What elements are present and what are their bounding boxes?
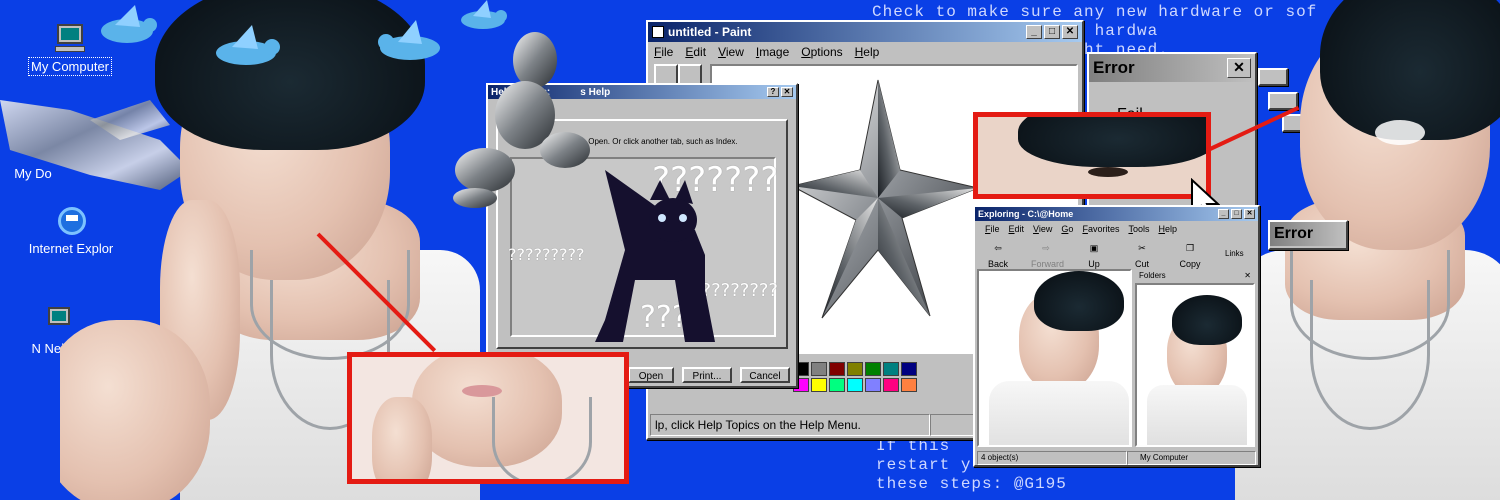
paint-title: untitled - Paint xyxy=(668,25,752,39)
forward-button[interactable]: ⇨ Forward xyxy=(1031,243,1065,269)
paint-titlebar[interactable]: untitled - Paint _ □ ✕ xyxy=(648,22,1082,42)
palette-swatch[interactable] xyxy=(829,362,845,376)
links-button[interactable]: Links xyxy=(1225,249,1244,258)
close-button[interactable]: ✕ xyxy=(1244,209,1255,219)
scissors-icon: ✂ xyxy=(1138,243,1146,253)
palette-swatch[interactable] xyxy=(811,378,827,392)
back-button[interactable]: ⇦ Back xyxy=(983,243,1013,269)
red-highlight-frame xyxy=(973,112,1211,199)
print-button[interactable]: Print... xyxy=(682,367,732,383)
menu-options[interactable]: Options xyxy=(801,45,842,59)
folders-label: Folders xyxy=(1139,271,1166,280)
menu-view[interactable]: View xyxy=(718,45,744,59)
paint-icon xyxy=(652,26,664,38)
bird-sticker xyxy=(210,25,290,70)
menu-file[interactable]: File xyxy=(654,45,673,59)
menu-edit[interactable]: Edit xyxy=(685,45,706,59)
back-arrow-icon: ⇦ xyxy=(994,243,1002,253)
cut-button[interactable]: ✂ Cut xyxy=(1127,243,1157,269)
palette-swatch[interactable] xyxy=(883,378,899,392)
open-button[interactable]: Open xyxy=(628,367,674,383)
red-highlight-frame xyxy=(347,352,629,484)
palette-swatch[interactable] xyxy=(883,362,899,376)
minimize-button[interactable]: _ xyxy=(1218,209,1229,219)
menu-image[interactable]: Image xyxy=(756,45,789,59)
chrome-star-sticker xyxy=(790,78,980,323)
maximize-button[interactable]: □ xyxy=(1044,25,1060,39)
explorer-titlebar[interactable]: Exploring - C:\@Home _ □ ✕ xyxy=(975,207,1258,221)
menu-go[interactable]: Go xyxy=(1061,224,1073,234)
paint-menubar: File Edit View Image Options Help xyxy=(648,42,1082,62)
palette-swatch[interactable] xyxy=(847,378,863,392)
paint-status-text: lp, click Help Topics on the Help Menu. xyxy=(650,414,930,436)
explorer-preview-pane xyxy=(977,269,1132,447)
menu-help[interactable]: Help xyxy=(855,45,880,59)
explorer-menubar: File Edit View Go Favorites Tools Help xyxy=(975,221,1258,237)
cancel-button[interactable]: Cancel xyxy=(740,367,790,383)
forward-arrow-icon: ⇨ xyxy=(1042,243,1050,253)
menu-view[interactable]: View xyxy=(1033,224,1052,234)
up-label: Up xyxy=(1088,259,1100,269)
folders-pane xyxy=(1135,283,1255,447)
bird-sticker xyxy=(370,20,450,65)
cut-label: Cut xyxy=(1134,259,1149,269)
palette-swatch[interactable] xyxy=(829,378,845,392)
menu-edit[interactable]: Edit xyxy=(1009,224,1025,234)
chrome-robot-sticker xyxy=(445,20,605,210)
maximize-button[interactable]: □ xyxy=(1231,209,1242,219)
palette-swatch[interactable] xyxy=(901,362,917,376)
palette-swatch[interactable] xyxy=(865,362,881,376)
status-object-count: 4 object(s) xyxy=(977,451,1127,465)
close-button[interactable]: ✕ xyxy=(1062,25,1078,39)
folders-close-icon[interactable]: ✕ xyxy=(1244,271,1251,281)
palette-swatch[interactable] xyxy=(865,378,881,392)
explorer-title: Exploring - C:\@Home xyxy=(978,209,1074,219)
error-titlebar-partial: Error xyxy=(1270,222,1346,246)
color-palette xyxy=(793,362,917,392)
up-folder-icon: ▣ xyxy=(1089,243,1099,253)
palette-swatch[interactable] xyxy=(811,362,827,376)
error-side-title: Error xyxy=(1274,225,1314,242)
bird-sticker xyxy=(95,5,165,50)
palette-swatch[interactable] xyxy=(847,362,863,376)
forward-label: Forward xyxy=(1031,259,1065,269)
copy-label: Copy xyxy=(1179,259,1201,269)
explorer-window[interactable]: Exploring - C:\@Home _ □ ✕ File Edit Vie… xyxy=(973,205,1260,467)
menu-help[interactable]: Help xyxy=(1158,224,1177,234)
error-dialog-partial[interactable]: Error xyxy=(1268,220,1348,250)
minimize-button[interactable]: _ xyxy=(1026,25,1042,39)
copy-icon: ❐ xyxy=(1185,243,1195,253)
explorer-statusbar: 4 object(s) My Computer xyxy=(977,451,1256,465)
close-button[interactable]: ✕ xyxy=(781,87,793,97)
menu-tools[interactable]: Tools xyxy=(1128,224,1149,234)
back-label: Back xyxy=(987,259,1008,269)
copy-button[interactable]: ❐ Copy xyxy=(1175,243,1205,269)
explorer-toolbar: ⇦ Back ⇨ Forward ▣ Up ✂ Cut ❐ Copy xyxy=(983,243,1205,269)
folders-pane-header: Folders ✕ xyxy=(1135,269,1255,283)
palette-swatch[interactable] xyxy=(901,378,917,392)
help-question-button[interactable]: ? xyxy=(767,87,779,97)
up-button[interactable]: ▣ Up xyxy=(1079,243,1109,269)
menu-file[interactable]: File xyxy=(985,224,1000,234)
status-location: My Computer xyxy=(1127,451,1256,465)
menu-favorites[interactable]: Favorites xyxy=(1082,224,1119,234)
error-title: Error xyxy=(1093,58,1135,77)
